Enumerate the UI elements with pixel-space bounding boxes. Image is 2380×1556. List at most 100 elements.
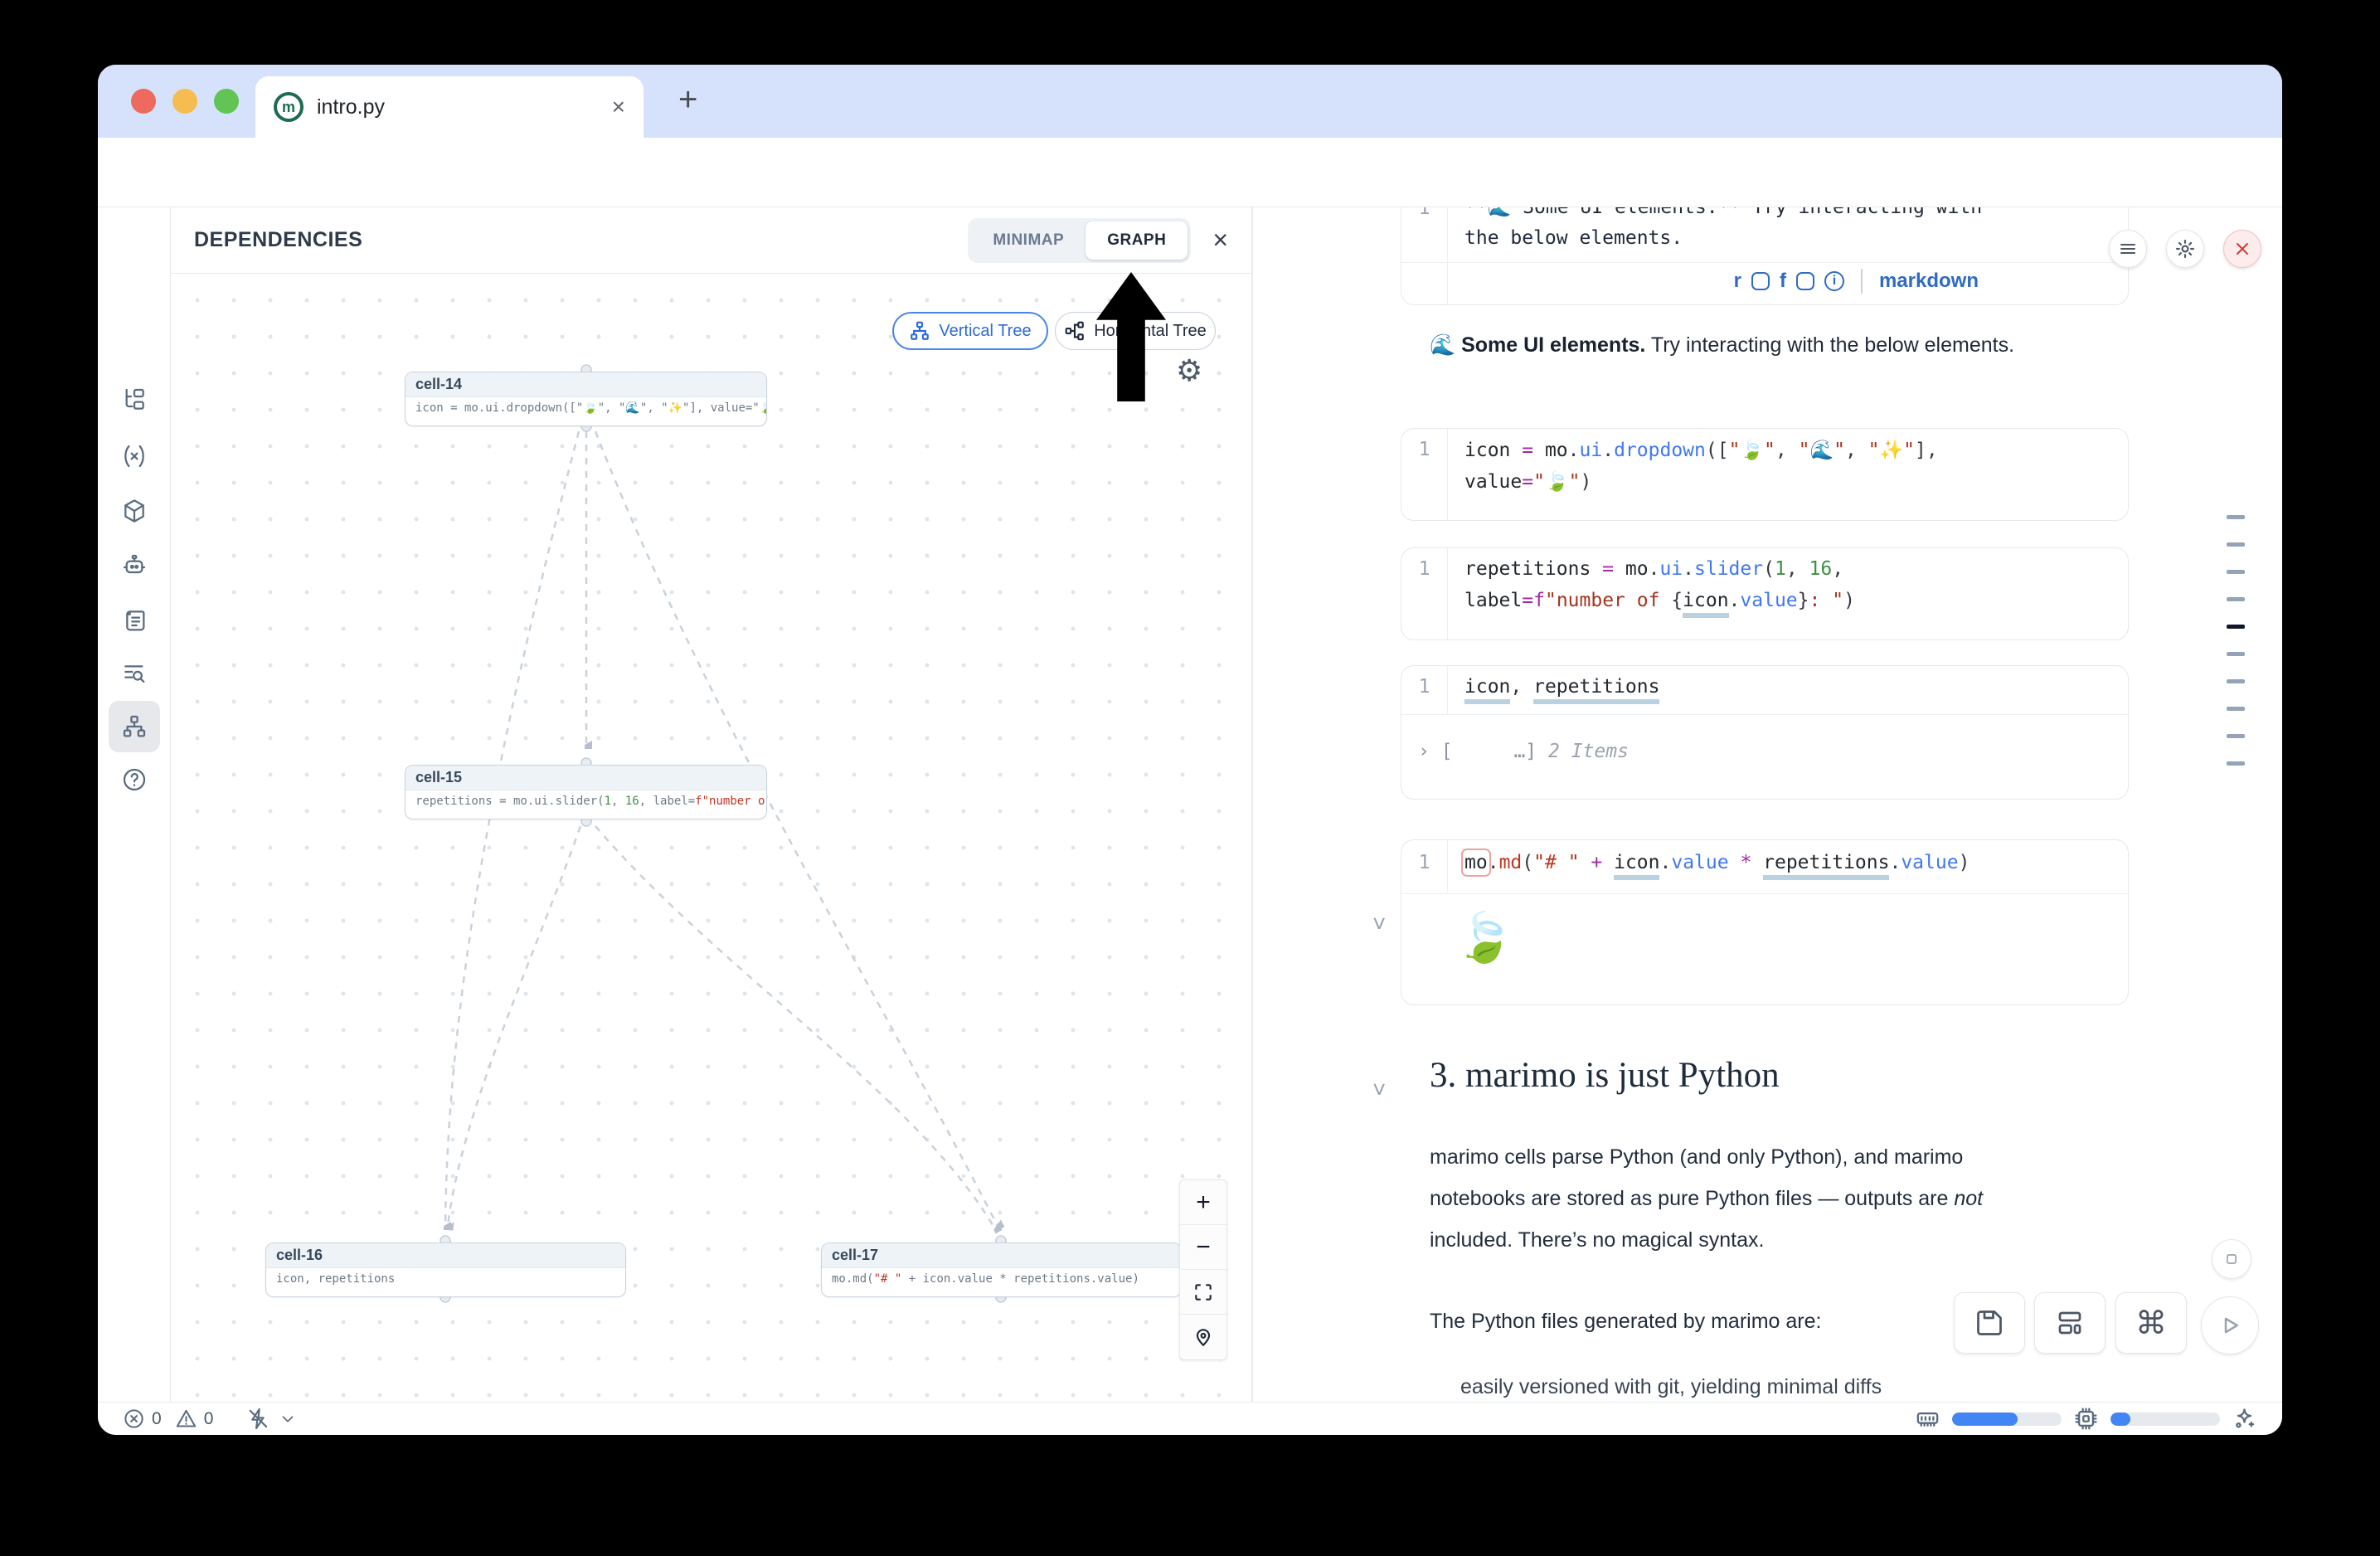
leaf-emoji-output: 🍃 [1455,910,1514,966]
scroll-mark[interactable] [2227,515,2245,519]
line-number: 1 [1401,429,1448,520]
vertical-tree-button[interactable]: Vertical Tree [892,312,1048,350]
collapsed-output[interactable]: › [ …] 2 Items [1418,741,1629,762]
notebook-menu-button[interactable] [2109,230,2147,268]
scroll-mark[interactable] [2227,652,2245,656]
scroll-mark[interactable] [2227,707,2245,711]
code-cell-dropdown[interactable]: 1 icon = mo.ui.dropdown(["🍃", "🌊", "✨"],… [1401,428,2129,521]
code-line[interactable]: icon = mo.ui.dropdown(["🍃", "🌊", "✨"], [1464,439,1938,461]
ai-sparkle-icon[interactable] [2232,1406,2257,1432]
locate-button[interactable] [1180,1315,1226,1359]
fit-view-button[interactable] [1180,1270,1226,1315]
play-icon [2217,1313,2242,1338]
zoom-in-button[interactable]: + [1180,1180,1226,1225]
scroll-mark[interactable] [2227,679,2245,683]
horizontal-tree-label: Horizontal Tree [1094,322,1207,341]
notebook-shutdown-button[interactable] [2223,230,2261,268]
graph-node-cell-14[interactable]: cell-14 icon = mo.ui.dropdown(["🍃", "🌊",… [405,372,767,426]
code-line[interactable]: label=f"number of {icon.value}: ") [1464,590,1855,611]
scroll-mark[interactable] [2227,570,2245,574]
config-f-label: f [1780,270,1786,293]
layout-button[interactable] [2034,1292,2106,1354]
run-checkbox[interactable] [1751,272,1770,290]
zoom-out-button[interactable]: − [1180,1225,1226,1270]
stop-button[interactable] [2212,1239,2251,1279]
save-button[interactable] [1954,1292,2025,1354]
window-minimize-button[interactable] [172,89,197,114]
scroll-mark[interactable] [2227,542,2245,547]
scroll-mark[interactable] [2227,625,2245,629]
window-zoom-button[interactable] [214,89,239,114]
packages-icon[interactable] [109,485,160,537]
tab-close-icon[interactable]: × [612,94,625,120]
graph-node-cell-16[interactable]: cell-16 icon, repetitions [265,1242,626,1297]
graph-node-cell-17[interactable]: cell-17 mo.md("# " + icon.value * repeti… [821,1242,1182,1297]
error-count: 0 [152,1409,162,1429]
line-number: 1 [1401,207,1448,304]
close-icon [2232,239,2252,259]
run-all-button[interactable] [2201,1296,2259,1354]
help-icon[interactable] [109,754,160,805]
graph-node-cell-15[interactable]: cell-15 repetitions = mo.ui.slider(1, 16… [405,765,767,819]
command-key-icon: ⌘ [2135,1305,2167,1342]
panel-close-icon[interactable]: × [1212,225,1228,255]
notebook-settings-button[interactable] [2166,230,2204,268]
warning-count: 0 [204,1409,214,1429]
scroll-mark[interactable] [2227,761,2245,766]
expand-chevron-icon[interactable]: › [1418,741,1430,762]
file-explorer-icon[interactable] [109,374,160,425]
collapsed-count: 2 Items [1548,741,1629,762]
browser-tab[interactable]: m intro.py × [255,76,644,138]
markdown-source-cell[interactable]: 1 **🌊 Some UI elements.** Try interactin… [1401,207,2129,305]
graph-node-title: cell-15 [406,766,766,790]
shortcuts-button[interactable]: ⌘ [2115,1292,2187,1354]
logs-search-icon[interactable] [109,648,160,699]
ai-assistant-icon[interactable] [109,540,160,591]
config-info-icon[interactable]: i [1824,271,1844,291]
code-line[interactable]: value="🍃") [1464,470,1591,493]
format-checkbox[interactable] [1796,272,1814,290]
section-collapse-chevron-icon[interactable]: ˅ [1372,1077,1386,1103]
panel-view-switch: MINIMAP GRAPH [968,218,1191,263]
markdown-output: 🌊 Some UI elements. Try interacting with… [1430,333,2014,357]
memory-icon [1915,1406,1940,1432]
graph-node-title: cell-17 [822,1243,1181,1268]
window-close-button[interactable] [131,89,156,114]
clipped-text-line: easily versioned with git, yielding mini… [1460,1375,1882,1399]
code-line[interactable]: icon, repetitions [1464,676,1659,698]
save-icon [1974,1308,2004,1338]
code-line[interactable]: mo.md("# " + icon.value * repetitions.va… [1464,852,1970,873]
markdown-mode-label[interactable]: markdown [1879,270,1979,293]
notebook-column: 1 **🌊 Some UI elements.** Try interactin… [1252,207,2282,1402]
tab-graph[interactable]: GRAPH [1086,221,1188,260]
scroll-mark[interactable] [2227,597,2245,601]
tab-minimap[interactable]: MINIMAP [971,221,1086,260]
errors-icon[interactable] [123,1408,145,1430]
dependency-graph-canvas[interactable]: cell-14 icon = mo.ui.dropdown(["🍃", "🌊",… [171,274,1252,1402]
resource-meters [1915,1406,2257,1432]
code-line[interactable]: the below elements. [1464,227,1683,249]
code-line[interactable]: **🌊 Some UI elements.** Try interacting … [1464,207,1982,218]
graph-zoom-controls: + − [1179,1179,1227,1360]
stop-icon [2223,1251,2240,1267]
warnings-icon[interactable] [175,1408,197,1430]
cell-scroll-minimap[interactable] [2227,515,2245,789]
collapse-chevron-icon[interactable]: ˅ [1372,911,1386,937]
line-number: 1 [1401,666,1448,714]
graph-edges [171,274,1252,1402]
graph-settings-icon[interactable]: ⚙ [1176,353,1202,388]
snippets-icon[interactable] [109,595,160,646]
variables-icon[interactable] [109,430,160,482]
code-line[interactable]: repetitions = mo.ui.slider(1, 16, [1464,558,1843,580]
dependencies-panel: DEPENDENCIES MINIMAP GRAPH × [171,207,1252,1402]
dependencies-icon[interactable] [109,701,160,752]
new-tab-button[interactable]: + [678,81,697,119]
code-cell-tuple[interactable]: 1 icon, repetitions › [ …] 2 Items [1401,665,2129,800]
autorun-disabled-icon[interactable] [246,1407,270,1431]
code-cell-slider[interactable]: 1 repetitions = mo.ui.slider(1, 16, labe… [1401,547,2129,640]
scroll-mark[interactable] [2227,734,2245,738]
chevron-down-icon[interactable] [279,1410,297,1428]
code-cell-momd[interactable]: 1 mo.md("# " + icon.value * repetitions.… [1401,839,2129,1005]
main-area: DEPENDENCIES MINIMAP GRAPH × [98,207,2282,1402]
md-output-rest: Try interacting with the below elements. [1645,333,2014,357]
